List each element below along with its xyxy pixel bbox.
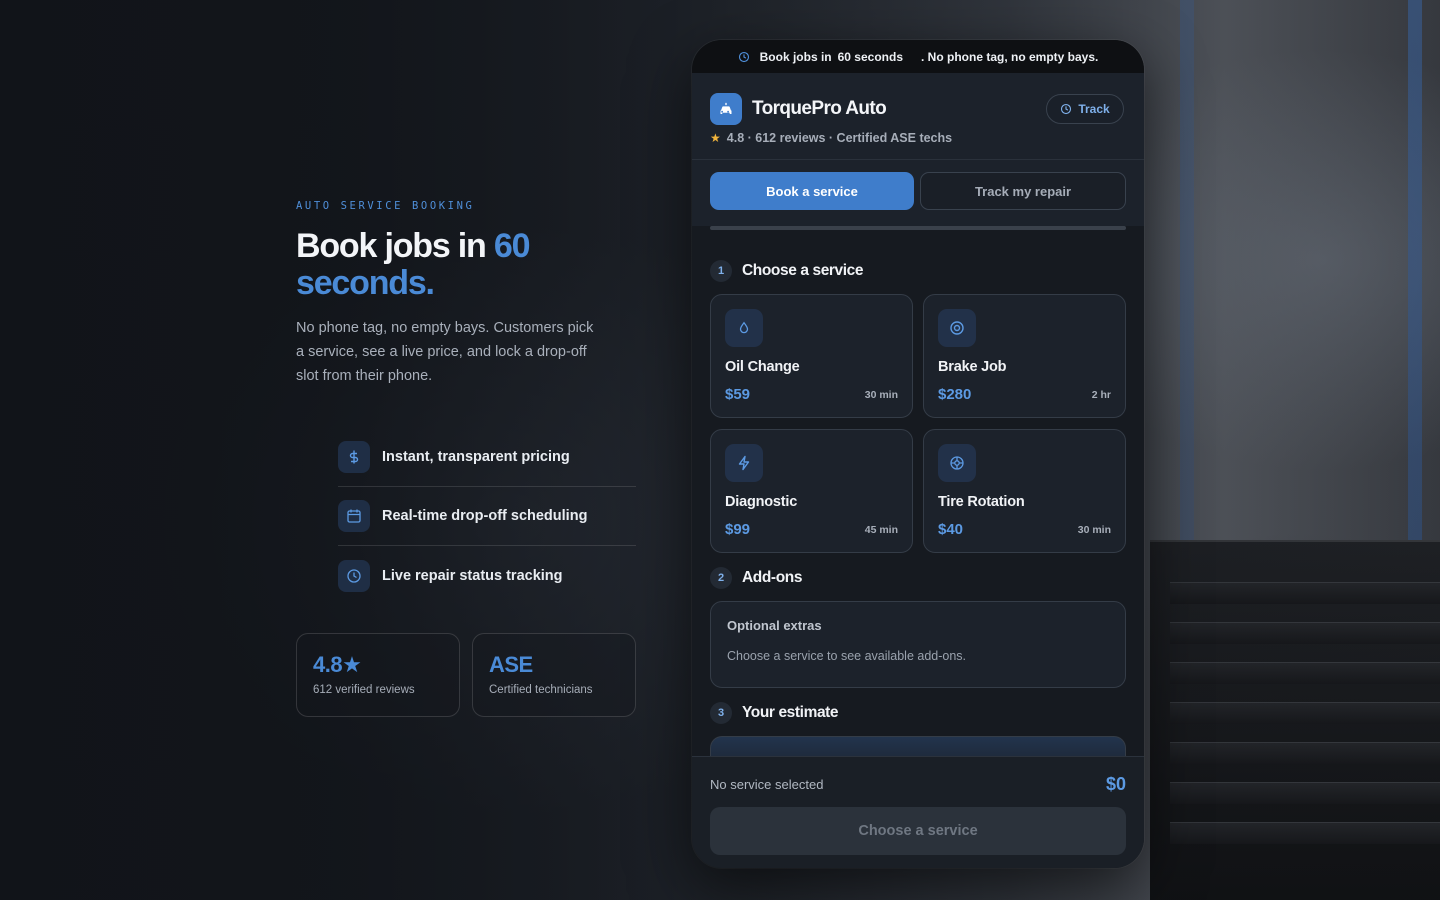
service-name: Diagnostic: [725, 494, 798, 510]
service-price: $59: [725, 386, 751, 403]
service-card-diagnostic[interactable]: Diagnostic $99 45 min: [710, 429, 913, 553]
hero-section: AUTO SERVICE BOOKING Book jobs in 60 sec…: [296, 200, 636, 717]
service-name: Oil Change: [725, 359, 800, 375]
eyebrow-label: AUTO SERVICE BOOKING: [296, 200, 475, 212]
shop-rating: ★ 4.8 · 612 reviews · Certified ASE tech…: [710, 131, 1126, 145]
headline-text: Book jobs in: [296, 227, 494, 265]
step-title: Choose a service: [742, 262, 864, 279]
rating-text: 4.8 · 612 reviews · Certified ASE techs: [726, 131, 953, 145]
booking-footer: No service selected $0 Choose a service: [692, 756, 1144, 868]
stat-value: ASE: [489, 652, 533, 677]
stat-label: 612 verified reviews: [313, 684, 415, 696]
tire-icon: [938, 444, 976, 482]
shop-name: TorquePro Auto: [752, 98, 887, 119]
feature-label: Live repair status tracking: [382, 567, 563, 584]
service-name: Brake Job: [938, 359, 1007, 375]
step-number: 1: [710, 260, 732, 282]
step-heading: 3 Your estimate: [710, 700, 1126, 726]
addons-title: Optional extras: [727, 618, 822, 633]
stats-row: 4.8★ 612 verified reviews ASE Certified …: [296, 633, 636, 717]
top-banner: Book jobs in 60 seconds . No phone tag, …: [692, 40, 1144, 73]
booking-form: 1 Choose a service Oil Change $59 30 min…: [692, 258, 1144, 766]
total-price: $0: [1105, 773, 1126, 794]
track-button[interactable]: Track: [1046, 94, 1124, 124]
service-duration: 2 hr: [1091, 389, 1111, 401]
selection-status: No service selected: [710, 776, 824, 792]
service-card-tire-rotation[interactable]: Tire Rotation $40 30 min: [923, 429, 1126, 553]
stat-value: 4.8★: [313, 652, 362, 677]
disc-icon: [938, 309, 976, 347]
step-number: 2: [710, 567, 732, 589]
droplet-icon: [725, 309, 763, 347]
tab-book-service[interactable]: Book a service: [710, 172, 914, 210]
booking-progress-bar: [710, 226, 1126, 230]
service-price: $40: [938, 521, 964, 538]
track-label: Track: [1078, 102, 1110, 116]
addons-panel: Optional extras Choose a service to see …: [710, 601, 1126, 688]
dollar-icon: [338, 441, 370, 473]
service-duration: 30 min: [1077, 524, 1111, 536]
clock-icon: [1061, 103, 1072, 115]
service-card-brake-job[interactable]: Brake Job $280 2 hr: [923, 294, 1126, 418]
service-price: $99: [725, 521, 751, 538]
service-grid: Oil Change $59 30 min Brake Job $280 2 h…: [710, 294, 1126, 553]
service-price: $280: [938, 386, 972, 403]
feature-item: Instant, transparent pricing: [338, 428, 636, 487]
service-duration: 30 min: [864, 389, 898, 401]
step-heading: 2 Add-ons: [710, 565, 1126, 591]
star-icon: ★: [710, 131, 721, 145]
calendar-icon: [338, 500, 370, 532]
lightning-icon: [725, 444, 763, 482]
choose-service-button[interactable]: Choose a service: [710, 807, 1126, 855]
car-wrench-icon: [710, 93, 742, 125]
step-heading: 1 Choose a service: [710, 258, 1126, 284]
feature-list: Instant, transparent pricing Real-time d…: [338, 428, 636, 605]
tab-track-repair[interactable]: Track my repair: [920, 172, 1126, 210]
step-title: Your estimate: [742, 704, 839, 721]
feature-label: Instant, transparent pricing: [382, 449, 570, 465]
stat-label: Certified technicians: [489, 684, 593, 696]
footer-summary: No service selected $0: [710, 771, 1126, 797]
stat-card: 4.8★ 612 verified reviews: [296, 633, 460, 717]
clock-icon: [738, 51, 750, 63]
step-title: Add-ons: [742, 569, 803, 586]
page-title: Book jobs in 60 seconds.: [296, 228, 636, 302]
feature-item: Real-time drop-off scheduling: [338, 487, 636, 546]
shop-header: TorquePro Auto ★ 4.8 · 612 reviews · Cer…: [692, 73, 1144, 160]
clock-icon: [338, 559, 370, 592]
stat-card: ASE Certified technicians: [472, 633, 636, 717]
mode-tabs: Book a service Track my repair: [692, 160, 1144, 226]
service-card-oil-change[interactable]: Oil Change $59 30 min: [710, 294, 913, 418]
banner-text: . No phone tag, no empty bays.: [921, 49, 1099, 64]
booking-phone-mockup: Book jobs in 60 seconds . No phone tag, …: [692, 40, 1144, 868]
hero-description: No phone tag, no empty bays. Customers p…: [296, 320, 594, 384]
feature-label: Real-time drop-off scheduling: [382, 508, 588, 524]
feature-item: Live repair status tracking: [338, 546, 636, 605]
service-name: Tire Rotation: [938, 494, 1025, 510]
banner-highlight: 60 seconds: [837, 49, 903, 64]
addons-note: Choose a service to see available add-on…: [727, 649, 967, 663]
service-duration: 45 min: [864, 524, 898, 536]
banner-text: Book jobs in: [759, 49, 832, 64]
step-number: 3: [710, 702, 732, 724]
